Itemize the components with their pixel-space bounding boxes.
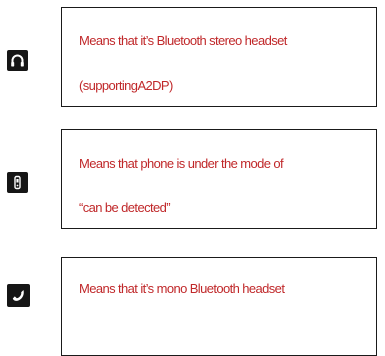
legend-row-mono-headset: Means that it’s mono Bluetooth headset — [0, 240, 385, 356]
description-line-1: Means that it’s Bluetooth stereo headset — [79, 33, 287, 48]
description-box-stereo-headset: Means that it’s Bluetooth stereo headset… — [61, 7, 377, 107]
description-box-discoverable: Means that phone is under the mode of “c… — [61, 129, 377, 229]
phone-handset-icon — [7, 284, 30, 307]
headphones-icon — [7, 50, 28, 71]
phone-discoverable-icon — [7, 172, 28, 193]
description-line-1: Means that it’s mono Bluetooth headset — [79, 281, 285, 296]
description-box-mono-headset: Means that it’s mono Bluetooth headset — [61, 257, 377, 356]
legend-row-stereo-headset: Means that it’s Bluetooth stereo headset… — [0, 0, 385, 110]
description-line-2: (supportingA2DP) — [79, 78, 173, 93]
description-line-2: “can be detected” — [79, 200, 171, 215]
description-line-1: Means that phone is under the mode of — [79, 156, 284, 171]
legend-row-discoverable: Means that phone is under the mode of “c… — [0, 110, 385, 240]
